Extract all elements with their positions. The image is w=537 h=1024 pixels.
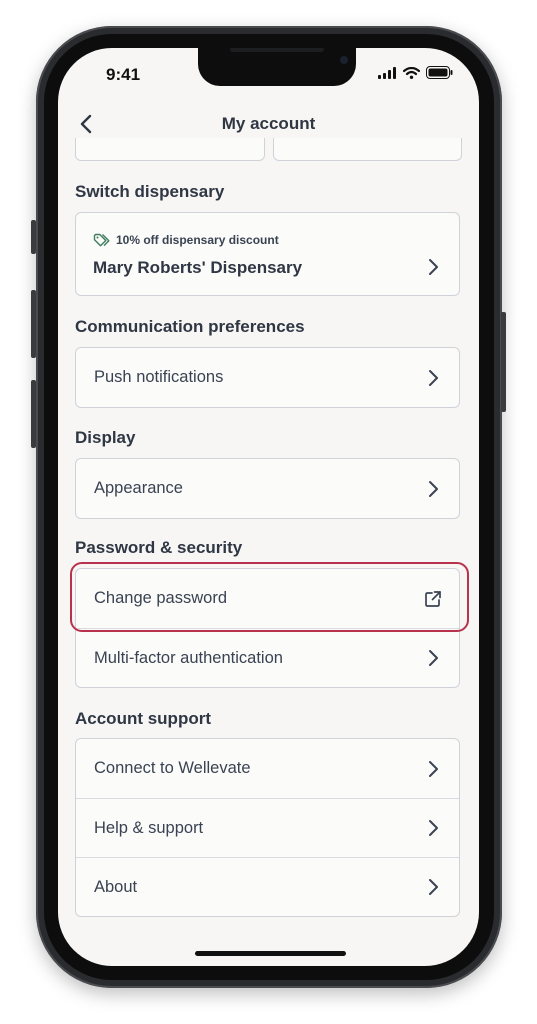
row-label: Connect to Wellevate [94,759,251,777]
communication-card: Push notifications [75,347,460,408]
chevron-right-icon [429,820,438,836]
row-label: Appearance [94,479,183,497]
section-heading-security: Password & security [75,538,243,557]
support-card: Connect to Wellevate Help & support Abou… [75,738,460,917]
row-label: About [94,877,138,896]
chevron-right-icon [429,760,438,777]
side-button-volume-down [31,380,36,448]
notch [198,48,356,86]
chevron-right-icon [429,650,438,666]
scrolled-card-left[interactable] [75,138,265,161]
page-title: My account [221,114,316,133]
section-heading-switch-dispensary: Switch dispensary [75,182,225,201]
display-card: Appearance [75,458,460,519]
tag-icon [93,233,110,247]
dispensary-card[interactable]: 10% off dispensary discount Mary Roberts… [75,212,460,296]
chevron-right-icon [429,259,438,275]
section-heading-support: Account support [75,709,211,728]
about-row[interactable]: About [76,857,459,916]
row-label: Multi-factor authentication [94,648,283,667]
appearance-row[interactable]: Appearance [76,459,459,518]
help-support-row[interactable]: Help & support [76,798,459,857]
section-heading-communication: Communication preferences [75,317,305,336]
external-link-icon [425,590,441,607]
dispensary-name: Mary Roberts' Dispensary [93,258,303,277]
side-button-power [501,312,506,412]
status-time: 9:41 [106,65,141,84]
connect-wellevate-row[interactable]: Connect to Wellevate [76,739,459,798]
discount-tag: 10% off dispensary discount [93,233,279,247]
app-screen: 9:41 My account Switch dispensary 10% of… [58,48,479,966]
status-icons [378,66,453,79]
scrolled-card-right[interactable] [273,138,462,161]
chevron-right-icon [429,879,438,895]
section-heading-display: Display [75,428,136,447]
camera-icon [340,56,348,64]
row-label: Change password [94,589,227,607]
wifi-icon [403,66,420,79]
speaker-grille [230,48,324,52]
battery-icon [426,66,453,79]
signal-icon [378,66,396,79]
chevron-right-icon [429,369,438,386]
discount-label: 10% off dispensary discount [116,233,279,247]
side-button-silent [31,220,36,254]
mfa-row[interactable]: Multi-factor authentication [76,628,459,687]
row-label: Push notifications [94,368,224,386]
push-notifications-row[interactable]: Push notifications [76,348,459,407]
chevron-right-icon [429,480,438,497]
home-indicator[interactable] [195,951,346,956]
row-label: Help & support [94,818,204,837]
change-password-row[interactable]: Change password [76,569,459,628]
security-card: Change password Multi-factor authenticat… [75,568,460,688]
side-button-volume-up [31,290,36,358]
